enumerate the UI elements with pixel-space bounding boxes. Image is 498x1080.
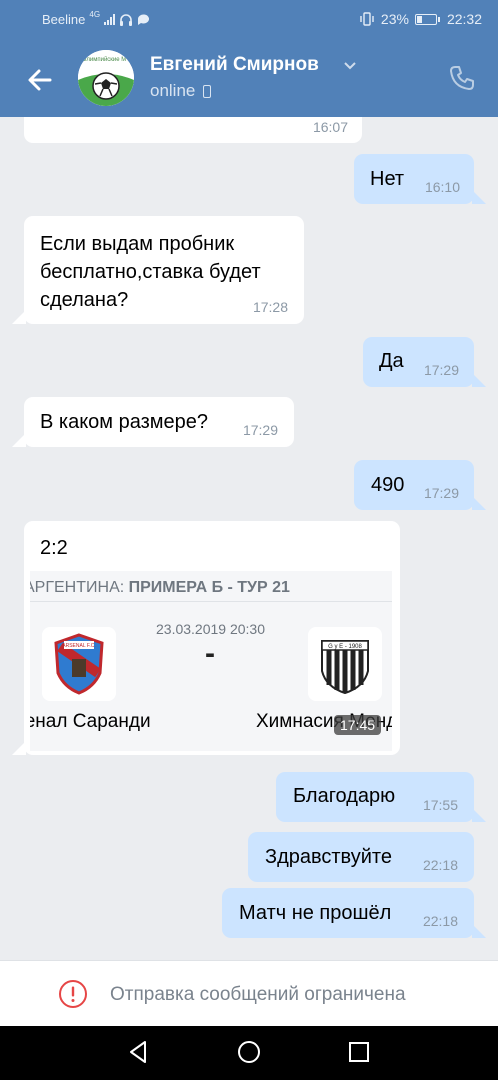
match-league: АРГЕНТИНА: ПРИМЕРА Б - ТУР 21 (30, 579, 290, 597)
vibrate-icon (360, 12, 374, 26)
match-score: - (205, 637, 215, 670)
clock: 22:32 (446, 11, 482, 27)
card-divider (30, 601, 392, 602)
messaging-restricted-bar: Отправка сообщений ограничена (0, 960, 498, 1026)
message-time: 17:29 (242, 422, 278, 438)
contact-name[interactable]: Евгений Смирнов (150, 54, 319, 76)
message-line: бесплатно,ставка будет (40, 261, 261, 283)
message-list[interactable]: 16:07 Нет 16:10 Если выдам пробник беспл… (0, 117, 498, 960)
signal-icon (104, 14, 116, 25)
status-bar: Beeline 4G 23% 22:32 (0, 0, 498, 40)
home-team-name: Арсенал Саранди (30, 711, 151, 732)
avatar-text: Олимпийские МЧ (82, 56, 130, 63)
chat-header: Олимпийские МЧ Евгений Смирнов online (0, 40, 498, 117)
nav-back-icon[interactable] (125, 1038, 153, 1066)
message-incoming[interactable]: Если выдам пробник бесплатно,ставка буде… (24, 216, 304, 324)
message-time: 17:28 (252, 299, 288, 315)
message-time: 22:18 (422, 857, 458, 873)
battery-icon (414, 13, 440, 25)
online-label: online (150, 81, 196, 100)
arsenal-crest-icon: ARSENAL F.C. (54, 633, 104, 695)
network-label: 4G (89, 10, 101, 19)
back-arrow-icon[interactable] (24, 64, 56, 96)
message-time: 22:18 (422, 913, 458, 929)
message-time: 16:07 (312, 119, 348, 135)
message-line: сделана? (40, 289, 129, 311)
soccer-ball-avatar-icon: Олимпийские МЧ (78, 50, 134, 106)
top-bar: Beeline 4G 23% 22:32 Олимпийские МЧ Евге… (0, 0, 498, 117)
home-logo-text: ARSENAL F.C. (62, 643, 95, 649)
message-outgoing[interactable]: Да 17:29 (363, 337, 474, 387)
message-text: Здравствуйте (265, 846, 392, 868)
system-nav-bar (0, 1026, 498, 1080)
message-text: Благодарю (293, 785, 396, 807)
message-outgoing[interactable]: Здравствуйте 22:18 (248, 832, 474, 882)
message-time: 17:29 (423, 362, 459, 378)
home-team-logo: ARSENAL F.C. (42, 627, 116, 701)
avatar[interactable]: Олимпийские МЧ (78, 50, 134, 106)
message-text: В каком размере? (40, 411, 209, 433)
message-outgoing[interactable]: 490 17:29 (354, 460, 474, 510)
nav-home-icon[interactable] (235, 1038, 263, 1066)
message-incoming[interactable]: В каком размере? 17:29 (24, 397, 294, 447)
message-incoming[interactable]: 16:07 (24, 117, 362, 143)
warning-icon (59, 980, 87, 1008)
message-icon (138, 14, 150, 25)
message-text: Да (379, 350, 404, 372)
message-time: 17:29 (423, 485, 459, 501)
nav-recents-icon[interactable] (345, 1038, 373, 1066)
message-time: 17:55 (422, 797, 458, 813)
carrier-label: Beeline (42, 12, 86, 27)
match-league-name: ПРИМЕРА Б - ТУР 21 (128, 579, 290, 596)
message-text: Нет (370, 168, 405, 190)
phone-call-icon[interactable] (448, 64, 476, 92)
message-outgoing[interactable]: Нет 16:10 (354, 154, 474, 204)
away-logo-text: G y E - 1908 (328, 644, 362, 650)
battery-percent: 23% (380, 11, 409, 27)
match-card[interactable]: АРГЕНТИНА: ПРИМЕРА Б - ТУР 21 23.03.2019… (30, 571, 392, 751)
message-outgoing[interactable]: Благодарю 17:55 (276, 772, 474, 822)
message-text: Матч не прошёл (239, 902, 392, 924)
away-team-logo: G y E - 1908 (308, 627, 382, 701)
message-line: Если выдам пробник (40, 233, 235, 255)
message-text: 2:2 (40, 537, 68, 559)
chevron-down-icon[interactable] (342, 58, 358, 74)
restriction-text: Отправка сообщений ограничена (110, 984, 406, 1005)
match-datetime: 23.03.2019 20:30 (156, 621, 265, 637)
message-text: 490 (371, 474, 405, 496)
gimnasia-crest-icon: G y E - 1908 (321, 640, 369, 695)
message-outgoing[interactable]: Матч не прошёл 22:18 (222, 888, 474, 938)
message-time: 17:45 (334, 715, 382, 735)
online-status: online (150, 81, 212, 101)
message-time: 16:10 (424, 179, 460, 195)
match-country: АРГЕНТИНА: (30, 579, 129, 596)
headset-icon (120, 13, 133, 26)
mobile-icon (203, 84, 212, 98)
